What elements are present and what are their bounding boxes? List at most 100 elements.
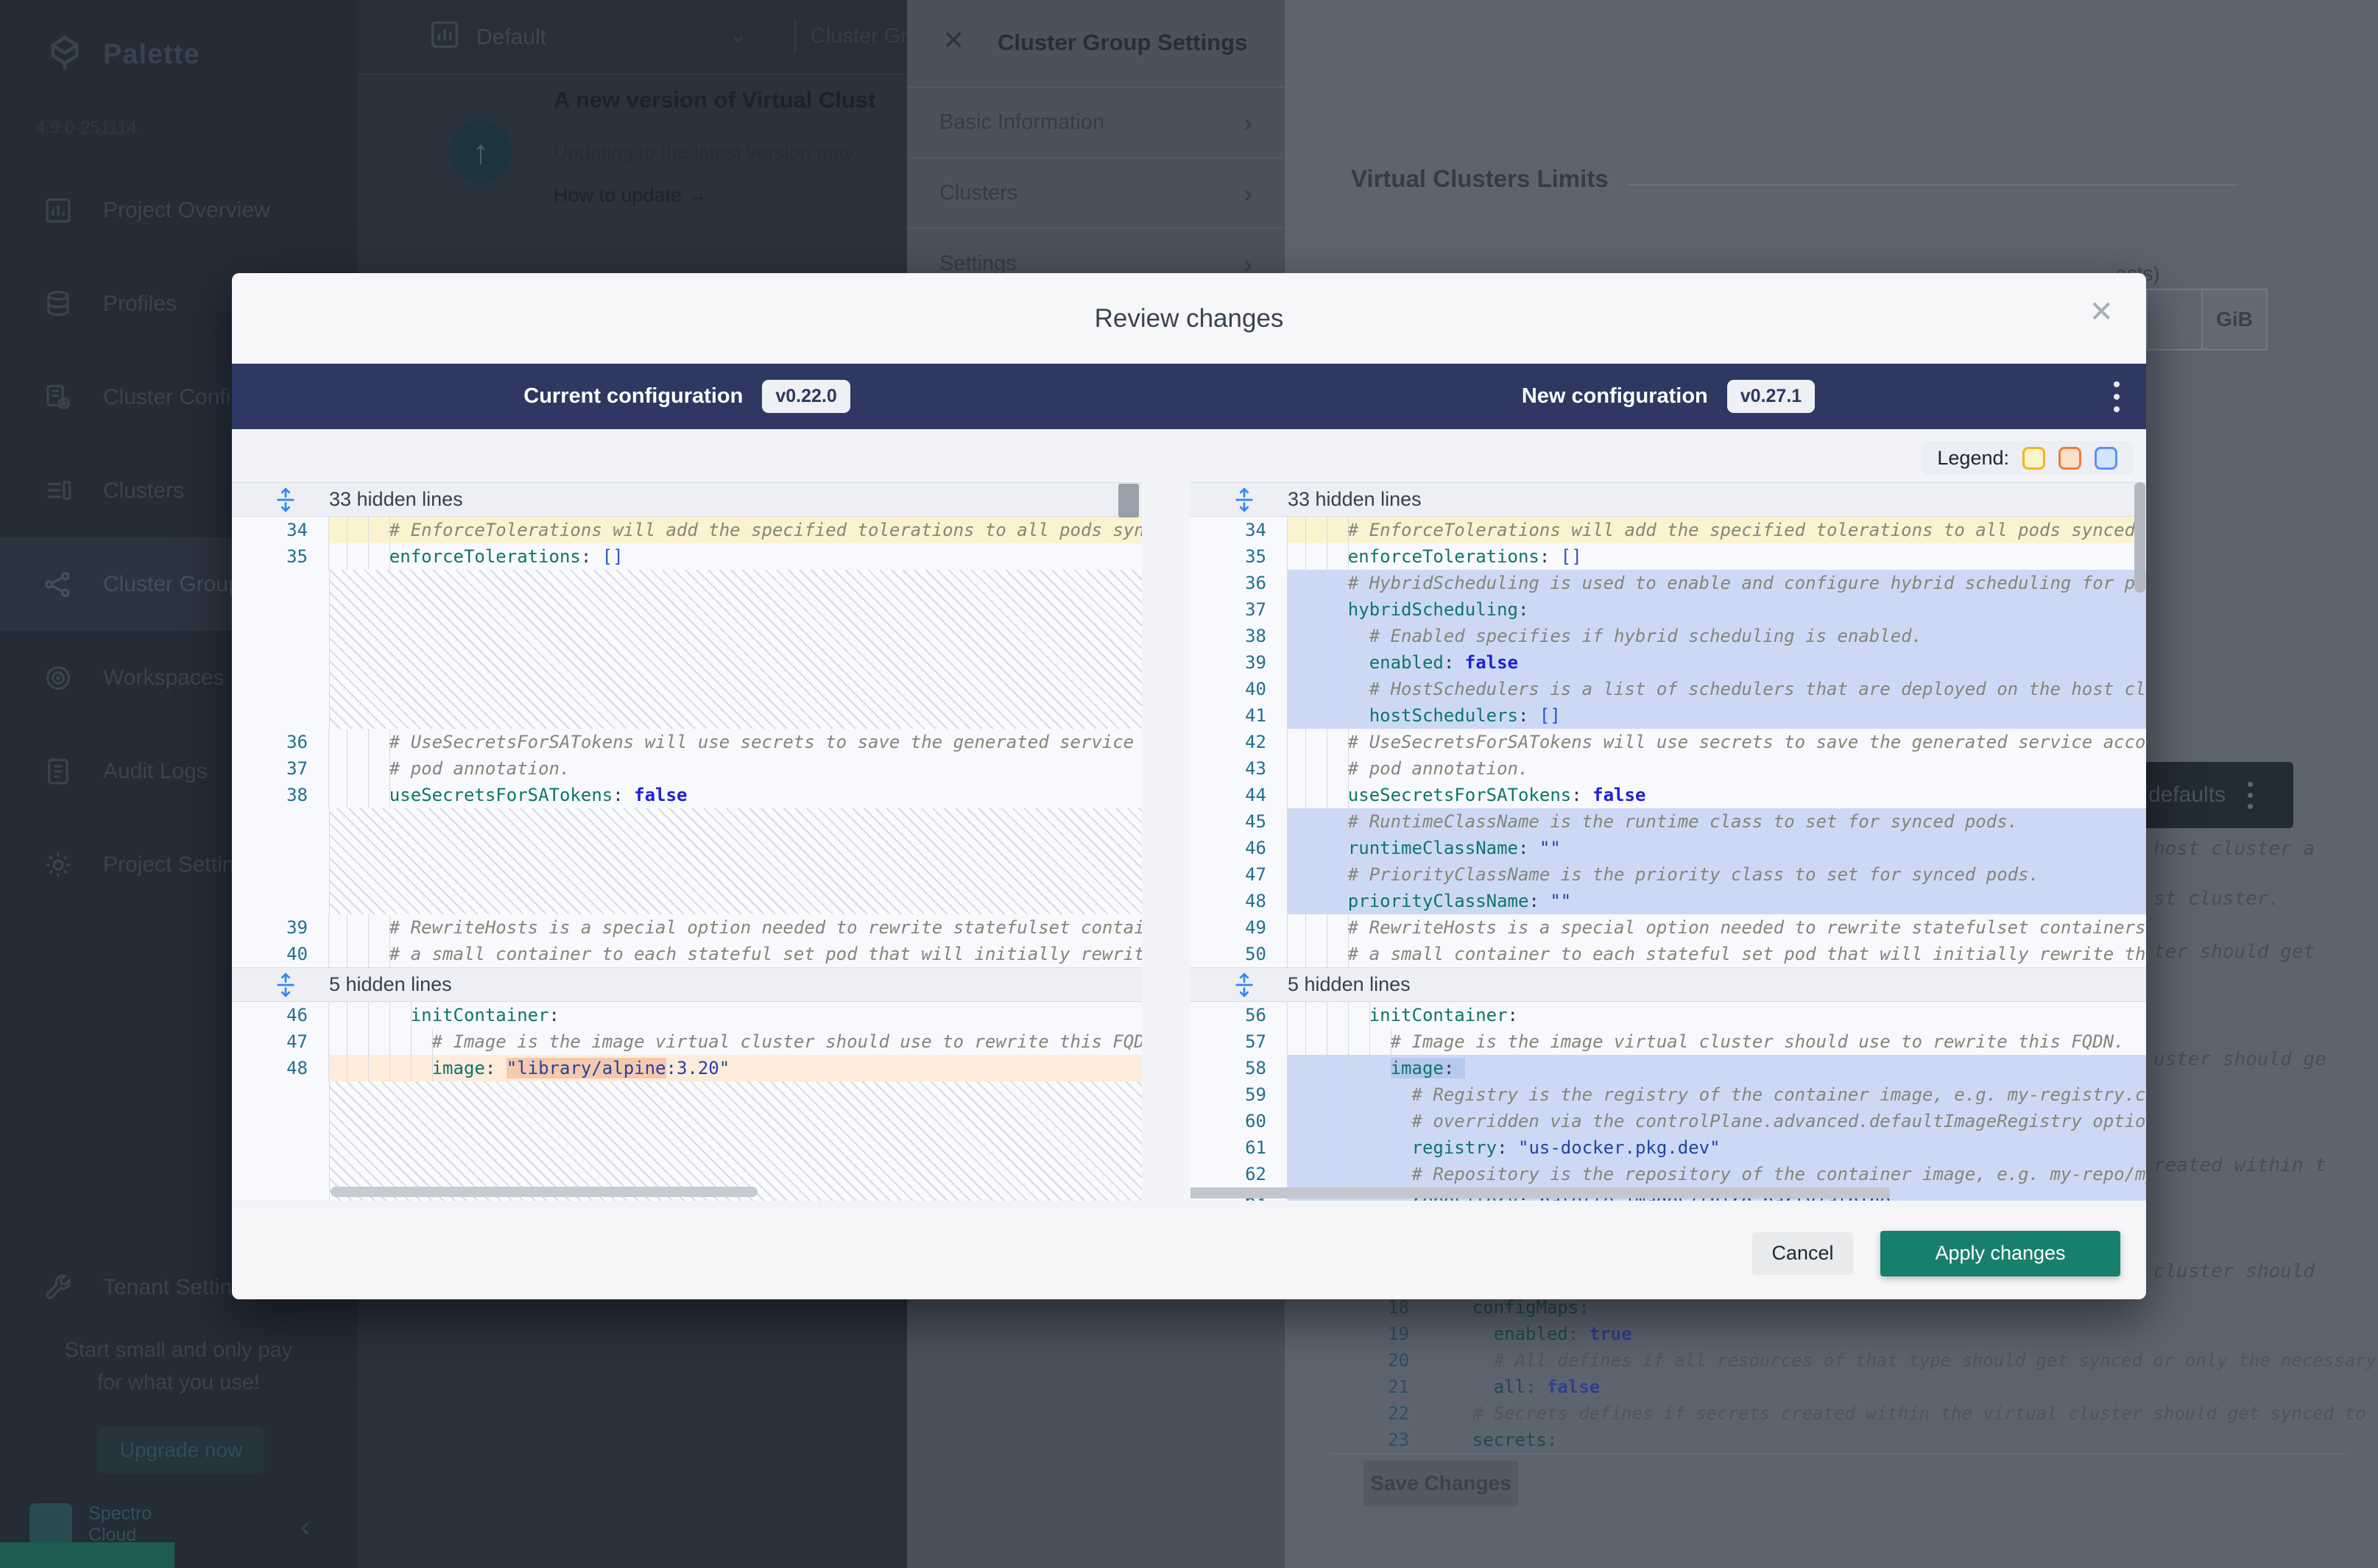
- sidebar-item-label: Cluster Config: [103, 385, 243, 410]
- diff-legend: Legend:: [1921, 441, 2134, 475]
- apply-changes-button[interactable]: Apply changes: [1880, 1231, 2120, 1276]
- line-number: 49: [1190, 914, 1288, 941]
- kebab-menu-icon[interactable]: [2114, 381, 2120, 412]
- unfold-icon: [275, 972, 297, 997]
- project-scope-tab[interactable]: Default: [428, 18, 546, 57]
- diff-line-49: 49 # RewriteHosts is a special option ne…: [1190, 914, 2146, 941]
- line-number: 47: [1190, 861, 1288, 888]
- occluded-code-fragment: ter should get: [2153, 941, 2315, 963]
- vertical-scrollbar-thumb[interactable]: [1118, 484, 1139, 518]
- cancel-button[interactable]: Cancel: [1752, 1232, 1853, 1275]
- diff-line-47: 47 # PriorityClassName is the priority c…: [1190, 861, 2146, 888]
- diff-line-44: 44 useSecretsForSATokens: false: [1190, 782, 2146, 808]
- save-changes-button[interactable]: Save Changes: [1363, 1461, 1518, 1506]
- bg-editor-line-19: 19 enabled: true: [1362, 1321, 2378, 1347]
- kebab-menu-icon[interactable]: [2248, 782, 2253, 809]
- unfold-icon: [1233, 487, 1255, 512]
- update-banner-body: Updating to the latest version may: [554, 141, 854, 164]
- hidden-lines-toggle[interactable]: 33 hidden lines: [232, 482, 1142, 517]
- chevron-down-icon[interactable]: ⌄: [729, 22, 747, 48]
- new-configuration-header: New configuration v0.27.1: [1190, 364, 2146, 429]
- line-number: 36: [232, 729, 329, 755]
- breadcrumb: Cluster Gro: [811, 24, 907, 49]
- bg-editor-line-21: 21 all: false: [1362, 1374, 2378, 1400]
- hidden-lines-toggle[interactable]: 33 hidden lines: [1190, 482, 2146, 517]
- yaml-editor-dimmed[interactable]: 18 configMaps:19 enabled: true20 # All d…: [1362, 1294, 2378, 1453]
- line-number: 34: [1190, 517, 1288, 543]
- chat-launcher[interactable]: [0, 1542, 174, 1568]
- diff-line-57: 57 # Image is the image virtual cluster …: [1190, 1028, 2146, 1055]
- modal-footer: Cancel Apply changes: [232, 1207, 2146, 1299]
- diff-line-35: 35 enforceTolerations: []: [232, 543, 1142, 570]
- horizontal-scrollbar-thumb[interactable]: [1190, 1187, 1890, 1198]
- project-tab-icon: [428, 18, 462, 57]
- diff-line-38: 38 useSecretsForSATokens: false: [232, 782, 1142, 808]
- legend-swatch-modified: [2022, 447, 2045, 470]
- diff-line-48: 48 image: "library/alpine:3.20": [232, 1055, 1142, 1081]
- section-divider: [1627, 184, 2238, 186]
- line-number: 59: [1190, 1081, 1288, 1108]
- brand-name: Palette: [103, 39, 200, 71]
- diff-line-59: 59 # Registry is the registry of the con…: [1190, 1081, 2146, 1108]
- doc-gear-icon: [43, 382, 74, 413]
- line-number: 39: [1190, 649, 1288, 676]
- line-number: 48: [232, 1055, 329, 1081]
- sidebar-item-label: Cluster Groups: [103, 572, 252, 597]
- drawer-item-basic-information[interactable]: Basic Information›: [907, 88, 1285, 158]
- collapsed-diff-placeholder: [329, 570, 1142, 729]
- modal-close-icon[interactable]: ✕: [2089, 295, 2114, 329]
- line-number: 50: [1190, 941, 1288, 967]
- hidden-lines-toggle[interactable]: 5 hidden lines: [232, 967, 1142, 1002]
- upgrade-now-button[interactable]: Upgrade now: [98, 1427, 264, 1474]
- diff-line-39: 39 enabled: false: [1190, 649, 2146, 676]
- line-number: 47: [232, 1028, 329, 1055]
- diff-line-45: 45 # RuntimeClassName is the runtime cla…: [1190, 808, 2146, 835]
- diff-line-34: 34 # EnforceTolerations will add the spe…: [1190, 517, 2146, 543]
- brand-logo: Palette: [44, 32, 200, 77]
- hidden-lines-toggle[interactable]: 5 hidden lines: [1190, 967, 2146, 1002]
- unit-label: GiB: [2201, 289, 2268, 350]
- line-number: 45: [1190, 808, 1288, 835]
- line-number: 57: [1190, 1028, 1288, 1055]
- line-number: 34: [232, 517, 329, 543]
- version-badge: v0.27.1: [1727, 380, 1815, 413]
- how-to-update-link[interactable]: How to update →: [554, 184, 708, 207]
- occluded-code-fragment: st cluster.: [2153, 888, 2280, 910]
- line-number: 43: [1190, 755, 1288, 782]
- sidebar-item-label: Profiles: [103, 292, 177, 317]
- app-version: 4.9.0-251114: [35, 118, 137, 138]
- drawer-close-icon[interactable]: ✕: [942, 25, 964, 56]
- vertical-scrollbar-thumb[interactable]: [2134, 482, 2145, 593]
- line-number: 62: [1190, 1161, 1288, 1187]
- network-icon: [43, 569, 74, 600]
- line-number: 35: [232, 543, 329, 570]
- page: Palette 4.9.0-251114 Project Overview Pro…: [0, 0, 2378, 1568]
- version-badge: v0.22.0: [762, 380, 850, 413]
- section-title: Virtual Clusters Limits: [1351, 165, 1609, 193]
- diff-line-38: 38 # Enabled specifies if hybrid schedul…: [1190, 623, 2146, 649]
- diff-line-36: 36 # HybridScheduling is used to enable …: [1190, 570, 2146, 596]
- chevron-right-icon: ›: [1243, 107, 1252, 138]
- wrench-icon: [43, 1272, 74, 1303]
- sidebar-item-label: Project Overview: [103, 198, 270, 223]
- diff-line-43: 43 # pod annotation.: [1190, 755, 2146, 782]
- memory-input[interactable]: [2146, 289, 2201, 350]
- new-config-diff-pane[interactable]: 33 hidden lines34 # EnforceTolerations w…: [1190, 482, 2146, 1201]
- collapsed-diff-placeholder: [329, 808, 1142, 914]
- line-number: 48: [1190, 888, 1288, 914]
- horizontal-scrollbar-thumb[interactable]: [331, 1187, 758, 1197]
- modal-title: Review changes: [232, 273, 2146, 364]
- palette-logo-icon: [44, 32, 85, 77]
- drawer-item-clusters[interactable]: Clusters›: [907, 158, 1285, 229]
- line-number: 37: [232, 755, 329, 782]
- current-config-diff-pane[interactable]: 33 hidden lines34 # EnforceTolerations w…: [232, 482, 1142, 1201]
- list-icon: [43, 476, 74, 506]
- sidebar-item-project-overview[interactable]: Project Overview: [0, 163, 357, 257]
- drawer-title: Cluster Group Settings: [998, 29, 1247, 56]
- update-arrow-icon: ↑: [449, 120, 512, 183]
- bg-editor-line-20: 20 # All defines if all resources of tha…: [1362, 1347, 2378, 1374]
- promo-text: Start small and only pay for what you us…: [0, 1334, 357, 1399]
- unfold-icon: [275, 487, 297, 512]
- sidebar-collapse-icon[interactable]: ‹: [300, 1511, 310, 1544]
- unfold-icon: [1233, 972, 1255, 997]
